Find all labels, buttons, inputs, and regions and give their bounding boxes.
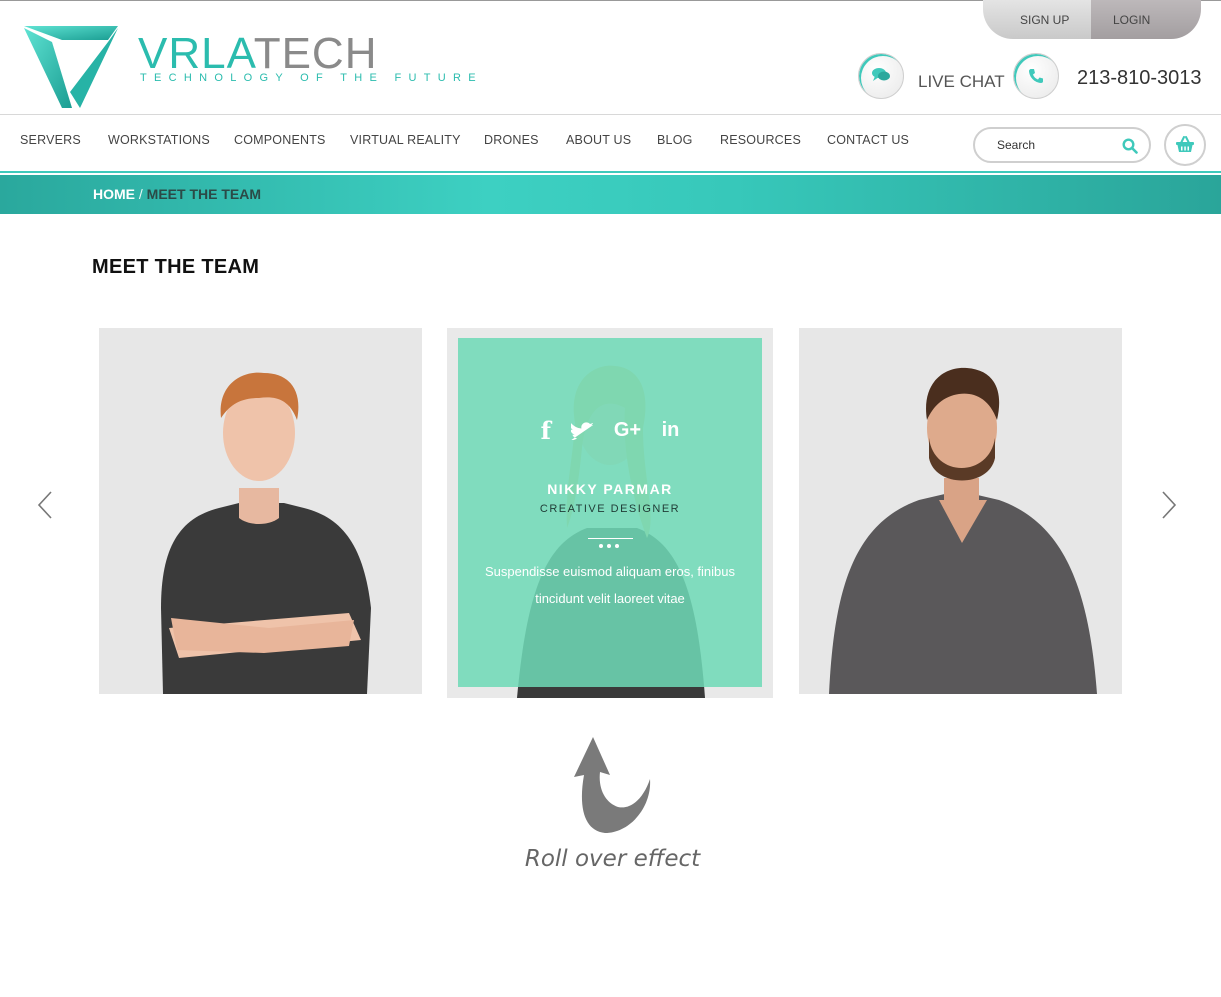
team-card[interactable] [799, 328, 1122, 694]
member-name: NIKKY PARMAR [547, 481, 673, 497]
live-chat-button[interactable] [858, 53, 904, 99]
facebook-icon[interactable]: f [541, 416, 551, 445]
team-member-photo [161, 372, 371, 694]
carousel-next-icon[interactable] [1160, 490, 1178, 520]
signup-button[interactable]: SIGN UP [983, 0, 1091, 39]
nav-item-workstations[interactable]: WORKSTATIONS [108, 133, 210, 147]
google-plus-icon[interactable]: G+ [614, 419, 641, 442]
nav-item-contact-us[interactable]: CONTACT US [827, 133, 909, 147]
member-overlay: f G+ in NIKKY PARMAR CREATIVE DESIGNER S… [458, 338, 762, 687]
rollover-arrow-icon [574, 737, 651, 833]
brand-tagline: TECHNOLOGY OF THE FUTURE [140, 72, 483, 84]
nav-item-components[interactable]: COMPONENTS [234, 133, 326, 147]
team-card[interactable] [99, 328, 422, 694]
breadcrumb-current: MEET THE TEAM [146, 186, 262, 202]
breadcrumb: HOME / MEET THE TEAM [93, 186, 261, 202]
signup-label: SIGN UP [1020, 13, 1070, 27]
login-button[interactable]: LOGIN [1091, 0, 1201, 39]
nav-item-virtual-reality[interactable]: VIRTUAL REALITY [350, 133, 461, 147]
breadcrumb-home[interactable]: HOME [93, 186, 135, 202]
social-links: f G+ in [458, 416, 762, 445]
phone-button[interactable] [1013, 53, 1059, 99]
nav-item-drones[interactable]: DRONES [484, 133, 539, 147]
logo-mark-icon [24, 26, 118, 108]
rollover-caption-text: Roll over effect [524, 846, 701, 872]
twitter-icon[interactable] [571, 421, 594, 440]
nav-item-blog[interactable]: BLOG [657, 133, 693, 147]
chat-bubbles-icon [872, 68, 890, 81]
phone-number[interactable]: 213-810-3013 [1077, 67, 1202, 90]
search-box [973, 127, 1151, 163]
page-title: MEET THE TEAM [92, 256, 260, 278]
basket-icon [1176, 136, 1194, 152]
divider-dots [597, 535, 621, 553]
brand-name: VRLATECH [138, 32, 377, 76]
login-label: LOGIN [1113, 13, 1151, 27]
nav-item-about-us[interactable]: ABOUT US [566, 133, 631, 147]
live-chat-label[interactable]: LIVE CHAT [918, 72, 1005, 92]
member-role: CREATIVE DESIGNER [539, 503, 681, 515]
nav-item-resources[interactable]: RESOURCES [720, 133, 801, 147]
brand-name-part1: VRLA [138, 29, 254, 78]
team-member-photo [829, 367, 1097, 694]
band-accent-line [0, 171, 1221, 173]
breadcrumb-band: HOME / MEET THE TEAM [0, 175, 1221, 214]
breadcrumb-separator: / [135, 186, 147, 202]
linkedin-icon[interactable]: in [662, 419, 680, 442]
rollover-caption: Roll over effect [0, 846, 1221, 872]
search-input[interactable] [997, 138, 1107, 152]
auth-bar: SIGN UP LOGIN [983, 0, 1201, 39]
phone-icon [1029, 69, 1043, 83]
nav-item-servers[interactable]: SERVERS [20, 133, 81, 147]
search-icon[interactable] [1122, 138, 1138, 154]
member-bio: Suspendisse euismod aliquam eros, finibu… [484, 564, 736, 606]
cart-button[interactable] [1164, 124, 1206, 166]
team-card-featured[interactable]: f G+ in NIKKY PARMAR CREATIVE DESIGNER S… [447, 328, 773, 698]
brand-name-part2: TECH [253, 29, 378, 78]
carousel-prev-icon[interactable] [36, 490, 54, 520]
